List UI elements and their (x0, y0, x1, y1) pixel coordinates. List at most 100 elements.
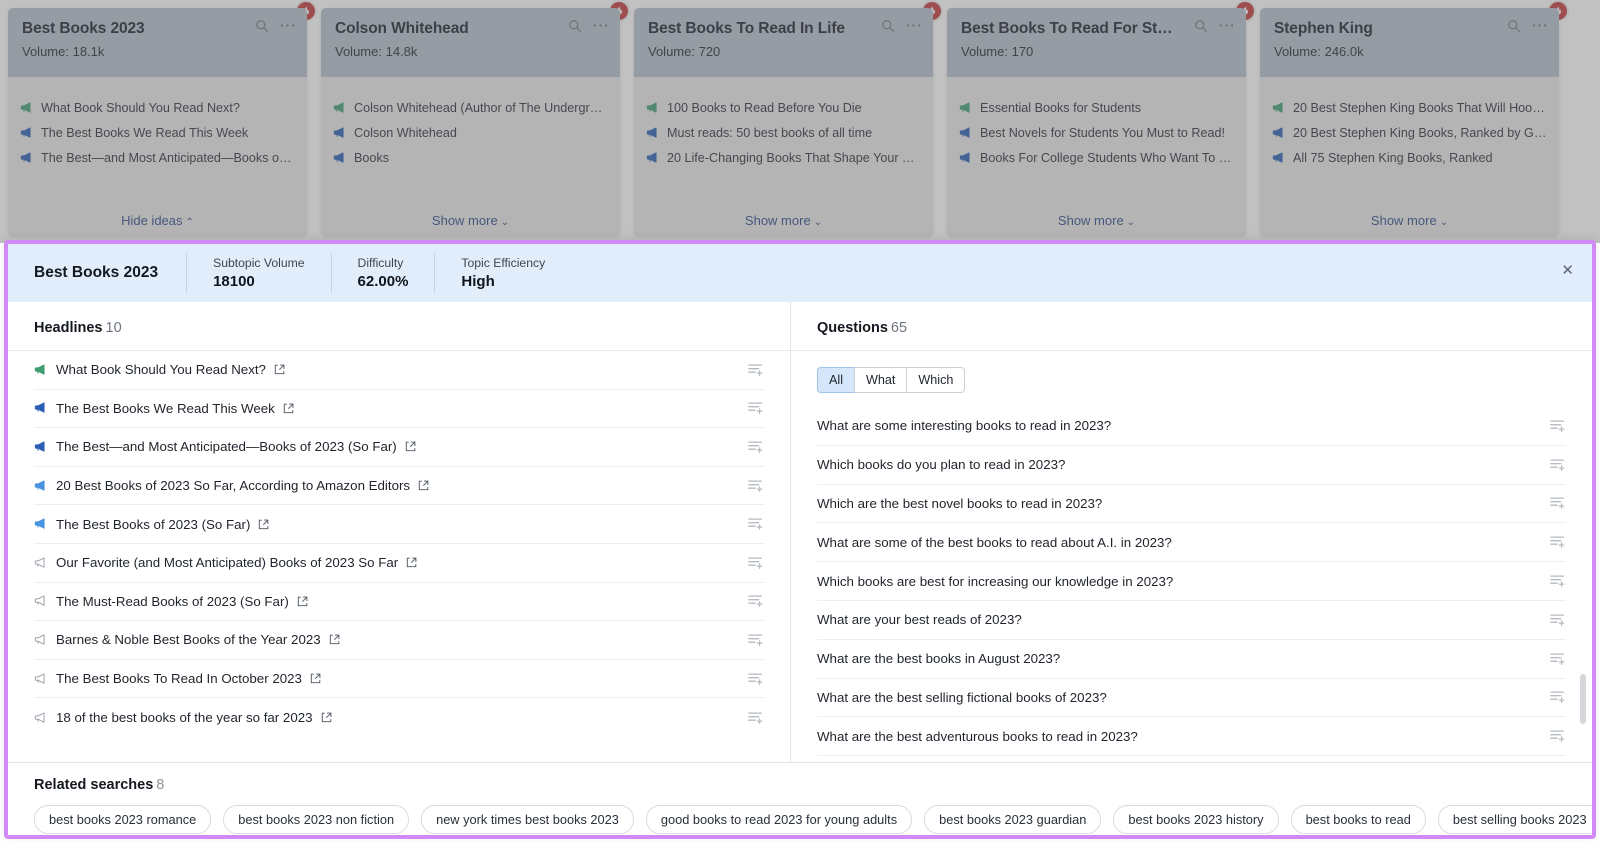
add-to-list-icon[interactable] (1550, 419, 1566, 433)
question-text: What are the best adventurous books to r… (817, 729, 1138, 744)
question-row[interactable]: What are some interesting books to read … (817, 407, 1566, 446)
close-icon[interactable]: ✕ (1561, 263, 1574, 278)
topic-card[interactable]: Stephen KingVolume: 246.0k⋯20 Best Steph… (1260, 8, 1559, 236)
headline-row[interactable]: Barnes & Noble Best Books of the Year 20… (34, 621, 764, 660)
external-link-icon[interactable] (297, 596, 308, 607)
external-link-icon[interactable] (258, 519, 269, 530)
topic-card[interactable]: Colson WhiteheadVolume: 14.8k⋯Colson Whi… (321, 8, 620, 236)
headline-row[interactable]: The Best Books of 2023 (So Far) (34, 505, 764, 544)
questions-scrollbar-thumb[interactable] (1580, 674, 1586, 724)
related-search-chip[interactable]: best selling books 2023 (1438, 805, 1596, 834)
add-to-list-icon[interactable] (1550, 729, 1566, 743)
add-to-list-icon[interactable] (748, 556, 764, 570)
questions-filter-all[interactable]: All (817, 367, 854, 393)
headline-row[interactable]: The Best Books We Read This Week (34, 390, 764, 429)
card-idea-row[interactable]: What Book Should You Read Next? (20, 95, 295, 120)
add-to-list-icon[interactable] (1550, 690, 1566, 704)
related-search-chip[interactable]: best books to read (1291, 805, 1426, 834)
related-search-chip[interactable]: best books 2023 non fiction (223, 805, 409, 834)
card-idea-row[interactable]: Essential Books for Students (959, 95, 1234, 120)
related-search-chip[interactable]: best books 2023 romance (34, 805, 211, 834)
card-idea-row[interactable]: 20 Best Stephen King Books, Ranked by Go… (1272, 120, 1547, 145)
more-options-icon[interactable]: ⋯ (592, 21, 610, 31)
external-link-icon[interactable] (406, 557, 417, 568)
add-to-list-icon[interactable] (748, 440, 764, 454)
card-idea-row[interactable]: 100 Books to Read Before You Die (646, 95, 921, 120)
headline-row[interactable]: The Best—and Most Anticipated—Books of 2… (34, 428, 764, 467)
more-options-icon[interactable]: ⋯ (905, 21, 923, 31)
add-to-list-icon[interactable] (748, 672, 764, 686)
search-icon[interactable] (1194, 19, 1208, 33)
add-to-list-icon[interactable] (1550, 613, 1566, 627)
topic-card[interactable]: Best Books To Read For StudentsVolume: 1… (947, 8, 1246, 236)
card-idea-row[interactable]: 20 Life-Changing Books That Shape Your T… (646, 145, 921, 170)
card-toggle-ideas-link[interactable]: Show more⌄ (634, 213, 933, 228)
headline-row[interactable]: The Must-Read Books of 2023 (So Far) (34, 583, 764, 622)
add-to-list-icon[interactable] (748, 711, 764, 725)
search-icon[interactable] (255, 19, 269, 33)
search-icon[interactable] (881, 19, 895, 33)
add-to-list-icon[interactable] (748, 401, 764, 415)
add-to-list-icon[interactable] (1550, 535, 1566, 549)
question-row[interactable]: Which books do you plan to read in 2023? (817, 446, 1566, 485)
related-search-chip[interactable]: best books 2023 guardian (924, 805, 1101, 834)
chevron-icon: ⌄ (501, 217, 509, 228)
add-to-list-icon[interactable] (748, 633, 764, 647)
more-options-icon[interactable]: ⋯ (1531, 21, 1549, 31)
card-idea-row[interactable]: The Best—and Most Anticipated—Books of 2… (20, 145, 295, 170)
card-idea-row[interactable]: Colson Whitehead (Author of The Undergro… (333, 95, 608, 120)
add-to-list-icon[interactable] (748, 479, 764, 493)
add-to-list-icon[interactable] (748, 517, 764, 531)
add-to-list-icon[interactable] (748, 594, 764, 608)
topic-card[interactable]: Best Books To Read In LifeVolume: 720⋯10… (634, 8, 933, 236)
headline-row[interactable]: Our Favorite (and Most Anticipated) Book… (34, 544, 764, 583)
detail-metric: Topic EfficiencyHigh (434, 253, 571, 293)
card-toggle-ideas-link[interactable]: Show more⌄ (947, 213, 1246, 228)
card-toggle-ideas-link[interactable]: Show more⌄ (1260, 213, 1559, 228)
question-row[interactable]: What are your best reads of 2023? (817, 601, 1566, 640)
more-options-icon[interactable]: ⋯ (1218, 21, 1236, 31)
card-idea-row[interactable]: Best Novels for Students You Must to Rea… (959, 120, 1234, 145)
external-link-icon[interactable] (405, 441, 416, 452)
card-idea-row[interactable]: 20 Best Stephen King Books That Will Hoo… (1272, 95, 1547, 120)
more-options-icon[interactable]: ⋯ (279, 21, 297, 31)
add-to-list-icon[interactable] (1550, 458, 1566, 472)
card-ideas: Essential Books for StudentsBest Novels … (947, 77, 1246, 176)
external-link-icon[interactable] (283, 403, 294, 414)
headline-row[interactable]: The Best Books To Read In October 2023 (34, 660, 764, 699)
question-row[interactable]: What are the best selling fictional book… (817, 679, 1566, 718)
add-to-list-icon[interactable] (1550, 496, 1566, 510)
headline-row[interactable]: What Book Should You Read Next? (34, 351, 764, 390)
questions-filter-what[interactable]: What (854, 367, 906, 393)
add-to-list-icon[interactable] (748, 363, 764, 377)
question-row[interactable]: Which books are best for increasing our … (817, 562, 1566, 601)
search-icon[interactable] (1507, 19, 1521, 33)
search-icon[interactable] (568, 19, 582, 33)
question-row[interactable]: Which are the best novel books to read i… (817, 485, 1566, 524)
related-search-chip[interactable]: new york times best books 2023 (421, 805, 634, 834)
card-idea-row[interactable]: Must reads: 50 best books of all time (646, 120, 921, 145)
headline-row[interactable]: 18 of the best books of the year so far … (34, 698, 764, 737)
card-toggle-ideas-link[interactable]: Show more⌄ (321, 213, 620, 228)
questions-filter-which[interactable]: Which (906, 367, 965, 393)
external-link-icon[interactable] (321, 712, 332, 723)
external-link-icon[interactable] (329, 634, 340, 645)
card-idea-row[interactable]: All 75 Stephen King Books, Ranked (1272, 145, 1547, 170)
card-idea-row[interactable]: Books (333, 145, 608, 170)
card-toggle-ideas-link[interactable]: Hide ideas⌃ (8, 213, 307, 228)
external-link-icon[interactable] (310, 673, 321, 684)
external-link-icon[interactable] (418, 480, 429, 491)
headline-row[interactable]: 20 Best Books of 2023 So Far, According … (34, 467, 764, 506)
question-row[interactable]: What are the best adventurous books to r… (817, 717, 1566, 756)
card-idea-row[interactable]: Colson Whitehead (333, 120, 608, 145)
question-row[interactable]: What are some of the best books to read … (817, 523, 1566, 562)
related-search-chip[interactable]: best books 2023 history (1113, 805, 1278, 834)
add-to-list-icon[interactable] (1550, 652, 1566, 666)
question-row[interactable]: What are the best books in August 2023? (817, 640, 1566, 679)
external-link-icon[interactable] (274, 364, 285, 375)
related-search-chip[interactable]: good books to read 2023 for young adults (646, 805, 912, 834)
add-to-list-icon[interactable] (1550, 574, 1566, 588)
topic-card[interactable]: Best Books 2023Volume: 18.1k⋯What Book S… (8, 8, 307, 236)
card-idea-row[interactable]: Books For College Students Who Want To R… (959, 145, 1234, 170)
card-idea-row[interactable]: The Best Books We Read This Week (20, 120, 295, 145)
